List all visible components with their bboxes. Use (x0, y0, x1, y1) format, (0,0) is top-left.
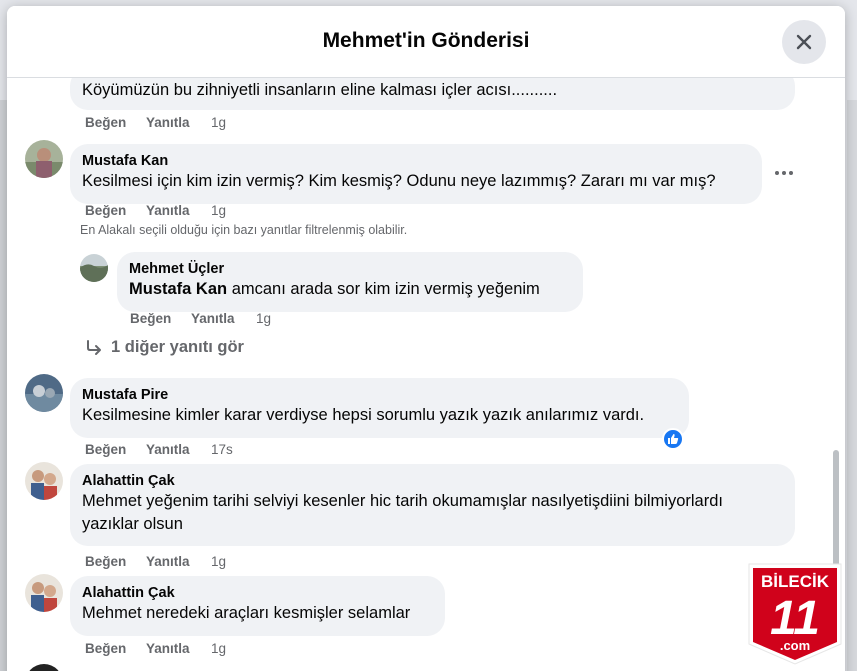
comment-timestamp[interactable]: 17s (211, 442, 233, 457)
comment-actions: Beğen Yanıtla 17s (85, 442, 233, 457)
dot-icon (782, 171, 786, 175)
reply-author[interactable]: Mehmet Üçler (129, 260, 571, 278)
reply-text-body: amcanı arada sor kim izin vermiş yeğenim (227, 280, 540, 298)
comment-list: Köyümüzün bu zihniyetli insanların eline… (7, 68, 845, 671)
avatar[interactable] (25, 374, 63, 412)
reply-button[interactable]: Yanıtla (146, 442, 211, 457)
like-reaction-badge[interactable] (662, 428, 684, 450)
filter-notice: En Alakalı seçili olduğu için bazı yanıt… (80, 223, 408, 237)
comment-text: Köyümüzün bu zihniyetli insanların eline… (82, 81, 558, 99)
comment-text: Kesilmesine kimler karar verdiyse hepsi … (82, 406, 645, 424)
comment-timestamp[interactable]: 1g (211, 554, 226, 569)
reply-arrow-icon (87, 339, 101, 355)
like-button[interactable]: Beğen (85, 442, 146, 457)
comment-author[interactable]: Mustafa Kan (82, 152, 750, 170)
like-button[interactable]: Beğen (130, 311, 191, 326)
background-feed-right (847, 100, 857, 671)
reply-actions: Beğen Yanıtla 1g (130, 311, 271, 326)
dot-icon (775, 171, 779, 175)
comment-author[interactable]: Alahattin Çak (82, 584, 433, 602)
reply-button[interactable]: Yanıtla (146, 203, 211, 218)
dialog-title: Mehmet'in Gönderisi (322, 29, 530, 52)
like-button[interactable]: Beğen (85, 554, 146, 569)
comment-bubble: Alahattin Çak Mehmet neredeki araçları k… (70, 576, 445, 636)
comment-actions: Beğen Yanıtla 1g (85, 554, 226, 569)
comment-text: Kesilmesi için kim izin vermiş? Kim kesm… (82, 172, 716, 190)
like-button[interactable]: Beğen (85, 115, 146, 130)
avatar[interactable] (25, 664, 63, 671)
avatar[interactable] (25, 462, 63, 500)
avatar[interactable] (25, 140, 63, 178)
comment-author[interactable]: Mustafa Pire (82, 386, 677, 404)
comment-timestamp[interactable]: 1g (211, 641, 226, 656)
comment-actions: Beğen Yanıtla 1g (85, 641, 226, 656)
comment-timestamp[interactable]: 1g (211, 203, 226, 218)
watermark-logo: BİLECİK 11 .com (745, 562, 845, 666)
comment-bubble: Mustafa Pire Kesilmesine kimler karar ve… (70, 378, 689, 438)
mention-link[interactable]: Mustafa Kan (129, 280, 227, 298)
comment-timestamp[interactable]: 1g (211, 115, 226, 130)
view-more-replies-link[interactable]: 1 diğer yanıtı gör (85, 338, 244, 357)
comment-text-line: yazıklar olsun (82, 515, 183, 533)
comment-bubble: Alahattin Çak Mehmet yeğenim tarihi selv… (70, 464, 795, 546)
svg-text:.com: .com (780, 638, 810, 653)
view-more-replies-label: 1 diğer yanıtı gör (111, 338, 244, 356)
reply-timestamp[interactable]: 1g (256, 311, 271, 326)
svg-text:BİLECİK: BİLECİK (761, 572, 830, 591)
avatar[interactable] (80, 254, 108, 282)
like-button[interactable]: Beğen (85, 641, 146, 656)
like-button[interactable]: Beğen (85, 203, 146, 218)
like-icon (668, 434, 679, 444)
post-dialog: Mehmet'in Gönderisi Köyümüzün bu zihniye… (7, 6, 845, 671)
reply-bubble: Mehmet Üçler Mustafa Kan amcanı arada so… (117, 252, 583, 312)
close-icon (796, 34, 812, 50)
avatar[interactable] (25, 574, 63, 612)
comment-actions: Beğen Yanıtla 1g (85, 115, 226, 130)
reply-text: Mustafa Kan amcanı arada sor kim izin ve… (129, 278, 571, 301)
comment-bubble: Mustafa Kan Kesilmesi için kim izin verm… (70, 144, 762, 204)
comment-text-line: Mehmet yeğenim tarihi selviyi kesenler h… (82, 492, 723, 510)
dot-icon (789, 171, 793, 175)
close-button[interactable] (782, 20, 826, 64)
more-options-button[interactable] (768, 163, 800, 183)
reply-button[interactable]: Yanıtla (146, 554, 211, 569)
dialog-header: Mehmet'in Gönderisi (7, 6, 845, 78)
comment-actions: Beğen Yanıtla 1g (85, 203, 226, 218)
comment-text: Mehmet neredeki araçları kesmişler selam… (82, 604, 411, 622)
comment-author[interactable]: Alahattin Çak (82, 472, 783, 490)
reply-button[interactable]: Yanıtla (146, 115, 211, 130)
reply-button[interactable]: Yanıtla (146, 641, 211, 656)
reply-button[interactable]: Yanıtla (191, 311, 256, 326)
